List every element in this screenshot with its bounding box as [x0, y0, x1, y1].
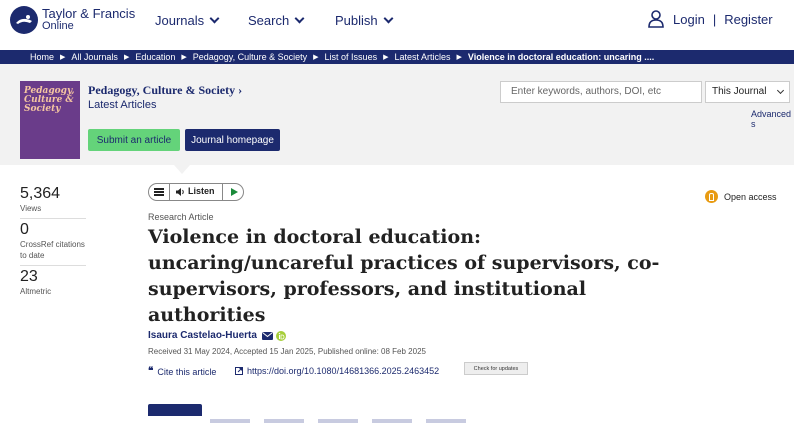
cite-article-link[interactable]: ❝ Cite this article	[148, 366, 216, 377]
nav-search-label: Search	[248, 13, 290, 28]
search-input[interactable]: Enter keywords, authors, DOI, etc	[500, 81, 702, 103]
cover-title: Pedagogy, Culture & Society	[24, 86, 75, 114]
breadcrumb-journal[interactable]: Pedagogy, Culture & Society	[193, 52, 307, 62]
journal-title[interactable]: Pedagogy, Culture & Society ›	[88, 83, 242, 98]
submit-article-button[interactable]: Submit an article	[88, 129, 180, 151]
chevron-down-icon	[383, 13, 394, 24]
chevron-down-icon	[209, 13, 220, 24]
play-icon	[231, 188, 238, 196]
speaker-icon	[176, 188, 184, 196]
brand-name: Taylor & Francis	[42, 6, 136, 21]
journal-subtitle: Latest Articles	[88, 99, 157, 111]
chevron-down-icon	[776, 86, 785, 95]
article-tabs	[210, 410, 570, 423]
doi-text: https://doi.org/10.1080/14681366.2025.24…	[247, 366, 440, 376]
banner-notch	[174, 165, 190, 174]
journal-title-text: Pedagogy, Culture & Society	[88, 83, 236, 97]
listen-button[interactable]: Listen	[188, 186, 215, 196]
metric-value: 23	[20, 268, 38, 285]
breadcrumb-arrow-icon: ▶	[456, 54, 462, 61]
breadcrumb-arrow-icon: ▶	[383, 54, 389, 61]
breadcrumb-arrow-icon: ▶	[181, 54, 187, 61]
register-link[interactable]: Register	[724, 12, 772, 27]
article-title: Violence in doctoral education: uncaring…	[148, 226, 660, 326]
breadcrumb: Home ▶ All Journals ▶ Education ▶ Pedago…	[0, 50, 794, 64]
chevron-down-icon	[294, 13, 305, 24]
login-link[interactable]: Login	[673, 12, 705, 27]
brand-logo[interactable]: Taylor & Francis Online	[10, 6, 135, 34]
email-icon[interactable]	[261, 331, 273, 340]
nav-publish-label: Publish	[335, 13, 378, 28]
check-for-updates-button[interactable]: Check for updates	[464, 362, 528, 375]
breadcrumb-home[interactable]: Home	[30, 52, 54, 62]
author-line: Isaura Castelao-Huerta	[148, 330, 286, 341]
breadcrumb-issues[interactable]: List of Issues	[325, 52, 378, 62]
breadcrumb-arrow-icon: ▶	[123, 54, 130, 61]
author-name[interactable]: Isaura Castelao-Huerta	[148, 330, 257, 341]
menu-icon[interactable]	[149, 184, 170, 200]
search-scope-value: This Journal	[712, 86, 767, 97]
quote-icon: ❝	[148, 366, 154, 377]
journal-banner: Pedagogy, Culture & Society Pedagogy, Cu…	[0, 64, 794, 165]
tab-placeholder[interactable]	[264, 419, 304, 423]
metric-views: 5,364 Views	[20, 185, 86, 219]
brand-sub: Online	[42, 20, 74, 32]
breadcrumb-arrow-icon: ▶	[313, 54, 319, 61]
breadcrumb-arrow-icon: ▶	[60, 54, 66, 61]
nav-journals[interactable]: Journals	[155, 13, 220, 28]
play-button[interactable]	[222, 184, 245, 200]
external-link-icon	[235, 367, 243, 375]
article-type: Research Article	[148, 212, 214, 222]
metric-label: Views	[20, 204, 42, 213]
breadcrumb-education[interactable]: Education	[135, 52, 175, 62]
nav-search[interactable]: Search	[248, 13, 305, 28]
download-pdf-button[interactable]	[148, 404, 202, 416]
site-header: Taylor & Francis Online Journals Search …	[0, 0, 794, 50]
tab-placeholder[interactable]	[318, 419, 358, 423]
publication-dates: Received 31 May 2024, Accepted 15 Jan 20…	[148, 347, 426, 356]
metric-value: 5,364	[20, 185, 61, 202]
journal-homepage-button[interactable]: Journal homepage	[185, 129, 280, 151]
advanced-search-link[interactable]: Advanced s	[751, 109, 794, 129]
metric-altmetric[interactable]: 23 Altmetric	[20, 266, 86, 297]
open-access-label: Open access	[724, 191, 777, 202]
breadcrumb-all-journals[interactable]: All Journals	[71, 52, 118, 62]
nav-journals-label: Journals	[155, 13, 205, 28]
tab-placeholder[interactable]	[426, 419, 466, 423]
tab-placeholder[interactable]	[372, 419, 412, 423]
listen-toolbar: Listen	[148, 183, 244, 201]
open-access-badge: Open access	[705, 190, 777, 203]
user-icon	[648, 10, 664, 28]
cite-label: Cite this article	[157, 366, 217, 377]
search-scope-select[interactable]: This Journal	[705, 81, 790, 103]
metric-value: 0	[20, 221, 29, 238]
metric-label: Altmetric	[20, 287, 52, 296]
open-lock-icon	[705, 190, 718, 203]
metric-label: CrossRef citations to date	[20, 240, 85, 260]
breadcrumb-latest[interactable]: Latest Articles	[394, 52, 450, 62]
metric-crossref: 0 CrossRef citations to date	[20, 219, 86, 266]
article-metrics: 5,364 Views 0 CrossRef citations to date…	[20, 185, 86, 297]
account-links: Login | Register	[648, 10, 773, 28]
doi-link[interactable]: https://doi.org/10.1080/14681366.2025.24…	[235, 366, 439, 376]
logo-mark-icon	[10, 6, 38, 34]
account-separator: |	[712, 11, 717, 27]
journal-cover[interactable]: Pedagogy, Culture & Society	[20, 81, 80, 159]
nav-publish[interactable]: Publish	[335, 13, 394, 28]
orcid-icon[interactable]	[275, 330, 286, 341]
tab-placeholder[interactable]	[210, 419, 250, 423]
breadcrumb-current: Violence in doctoral education: uncaring…	[467, 52, 655, 62]
